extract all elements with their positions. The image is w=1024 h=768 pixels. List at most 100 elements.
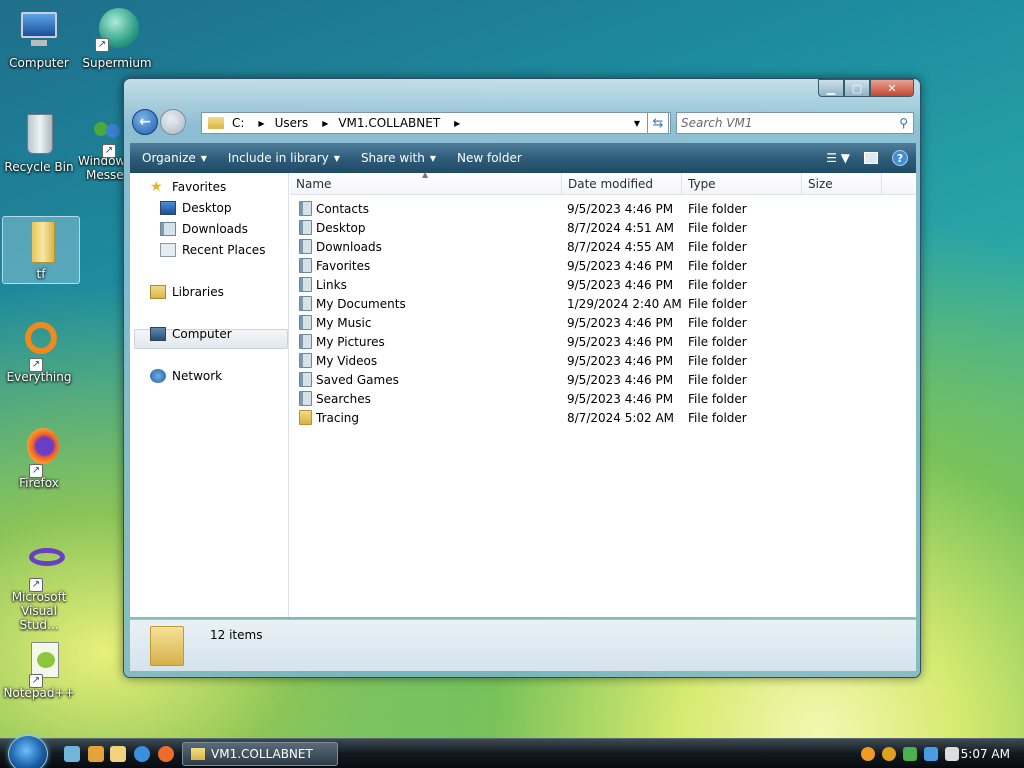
desktop-icon-label: Everything (6, 370, 72, 384)
table-row[interactable]: Searches 9/5/2023 4:46 PM File folder (290, 390, 916, 409)
nav-item-desktop[interactable]: Desktop (160, 198, 232, 218)
file-name: My Documents (316, 297, 406, 311)
breadcrumb-users[interactable]: Users (275, 116, 309, 130)
close-button[interactable]: ✕ (870, 79, 914, 97)
nav-item-computer[interactable]: Computer (150, 324, 232, 344)
nav-item-downloads[interactable]: Downloads (160, 219, 248, 239)
quick-launch-explorer-icon[interactable] (110, 746, 126, 762)
address-bar[interactable]: C: ▶ Users ▶ VM1.COLLABNET ▶ ▼ (201, 112, 671, 134)
file-name: Searches (316, 392, 371, 406)
quick-launch-ie-icon[interactable] (134, 746, 150, 762)
table-row[interactable]: My Pictures 9/5/2023 4:46 PM File folder (290, 333, 916, 352)
desktop-icon (160, 201, 176, 215)
star-icon: ★ (150, 179, 163, 195)
table-row[interactable]: My Videos 9/5/2023 4:46 PM File folder (290, 352, 916, 371)
nav-item-libraries[interactable]: Libraries (150, 282, 224, 302)
computer-icon (150, 327, 166, 341)
file-name: My Music (316, 316, 372, 330)
address-dropdown-icon[interactable]: ▼ (634, 119, 640, 128)
search-icon[interactable]: ⚲ (899, 116, 908, 130)
libraries-icon (150, 285, 166, 299)
desktop-icon-tf[interactable]: tf (2, 216, 80, 284)
explorer-window[interactable]: ▁ ▢ ✕ ← → C: ▶ Users ▶ VM1.COLLABNET ▶ ▼… (123, 78, 921, 678)
desktop-icon-label: Microsoft (11, 590, 67, 604)
folder-icon (299, 410, 312, 425)
taskbar-window-button[interactable]: VM1.COLLABNET (182, 742, 338, 766)
desktop-icon-notepad-plus-plus[interactable]: ↗ Notepad++ (0, 638, 78, 700)
quick-launch-firefox-icon[interactable] (158, 746, 174, 762)
table-row[interactable]: Downloads 8/7/2024 4:55 AM File folder (290, 238, 916, 257)
folder-icon (299, 296, 312, 311)
breadcrumb-arrow-icon[interactable]: ▶ (258, 119, 264, 128)
column-header-name[interactable]: Name ▲ (290, 170, 562, 195)
table-row[interactable]: Contacts 9/5/2023 4:46 PM File folder (290, 200, 916, 219)
column-header-type[interactable]: Type (682, 173, 802, 195)
table-row[interactable]: My Music 9/5/2023 4:46 PM File folder (290, 314, 916, 333)
update-tray-icon[interactable] (882, 747, 896, 761)
nav-item-recent-places[interactable]: Recent Places (160, 240, 265, 260)
desktop-icon-firefox[interactable]: ↗ Firefox (0, 428, 78, 490)
desktop-icon-computer[interactable]: Computer (0, 8, 78, 70)
table-row[interactable]: Links 9/5/2023 4:46 PM File folder (290, 276, 916, 295)
back-button[interactable]: ← (132, 109, 158, 135)
breadcrumb-c[interactable]: C: (232, 116, 244, 130)
start-button[interactable] (8, 735, 48, 768)
clock[interactable]: 5:07 AM (961, 747, 1010, 761)
refresh-button[interactable]: ⇆ (647, 112, 669, 134)
table-row[interactable]: Desktop 8/7/2024 4:51 AM File folder (290, 219, 916, 238)
column-header-date[interactable]: Date modified (562, 173, 682, 195)
quick-launch-show-desktop-icon[interactable] (64, 746, 80, 762)
desktop-icon-messenger[interactable]: ↗ Window Messe (78, 118, 124, 182)
minimize-button[interactable]: ▁ (818, 79, 844, 97)
file-type: File folder (688, 316, 747, 330)
organize-button[interactable]: Organize ▼ (130, 143, 216, 173)
preview-pane-icon[interactable] (864, 152, 878, 164)
table-row[interactable]: Saved Games 9/5/2023 4:46 PM File folder (290, 371, 916, 390)
breadcrumb-arrow-icon[interactable]: ▶ (322, 119, 328, 128)
desktop-icon-everything[interactable]: ↗ Everything (0, 322, 78, 384)
desktop-icon-supermium[interactable]: ↗ Supermium (78, 8, 156, 70)
volume-muted-icon[interactable] (945, 747, 959, 761)
recent-places-icon (160, 243, 176, 257)
help-icon[interactable]: ? (892, 150, 908, 166)
file-date-modified: 9/5/2023 4:46 PM (567, 278, 674, 292)
forward-button[interactable]: → (160, 109, 186, 135)
item-count: 12 items (210, 628, 263, 642)
file-type: File folder (688, 278, 747, 292)
security-shield-icon[interactable] (903, 747, 917, 761)
file-date-modified: 9/5/2023 4:46 PM (567, 316, 674, 330)
breadcrumb-arrow-icon[interactable]: ▶ (454, 119, 460, 128)
desktop-icon-visual-studio[interactable]: ↗ Microsoft Visual Stud... (0, 542, 78, 632)
file-date-modified: 1/29/2024 2:40 AM (567, 297, 682, 311)
folder-icon (299, 258, 312, 273)
table-row[interactable]: My Documents 1/29/2024 2:40 AM File folder (290, 295, 916, 314)
sort-ascending-icon: ▲ (422, 170, 429, 179)
view-options-icon[interactable]: ☰ ▼ (826, 151, 850, 165)
search-input[interactable]: Search VM1 ⚲ (676, 112, 914, 134)
shortcut-arrow-icon: ↗ (29, 464, 43, 478)
file-type: File folder (688, 335, 747, 349)
maximize-button[interactable]: ▢ (844, 79, 870, 97)
share-with-button[interactable]: Share with ▼ (349, 143, 445, 173)
new-folder-button[interactable]: New folder (445, 143, 531, 173)
folder-icon (299, 277, 312, 292)
network-tray-icon[interactable] (924, 747, 938, 761)
nav-item-favorites[interactable]: ★ Favorites (150, 177, 226, 197)
shortcut-arrow-icon: ↗ (95, 38, 109, 52)
quick-launch-media-player-icon[interactable] (88, 746, 104, 762)
caption-buttons: ▁ ▢ ✕ (818, 79, 914, 97)
include-in-library-button[interactable]: Include in library ▼ (216, 143, 349, 173)
nav-item-network[interactable]: Network (150, 366, 222, 386)
column-header-size[interactable]: Size (802, 173, 882, 195)
table-row[interactable]: Tracing 8/7/2024 5:02 AM File folder (290, 409, 916, 428)
file-name: Tracing (316, 411, 360, 425)
breadcrumb-vm1[interactable]: VM1.COLLABNET (338, 116, 440, 130)
desktop-icon-label: Computer (9, 56, 69, 70)
desktop-icon-recycle-bin[interactable]: Recycle Bin (0, 112, 78, 174)
file-date-modified: 9/5/2023 4:46 PM (567, 259, 674, 273)
table-row[interactable]: Favorites 9/5/2023 4:46 PM File folder (290, 257, 916, 276)
folder-icon (208, 117, 224, 129)
folder-icon (191, 748, 205, 760)
search-tray-icon[interactable] (861, 747, 875, 761)
file-date-modified: 9/5/2023 4:46 PM (567, 335, 674, 349)
